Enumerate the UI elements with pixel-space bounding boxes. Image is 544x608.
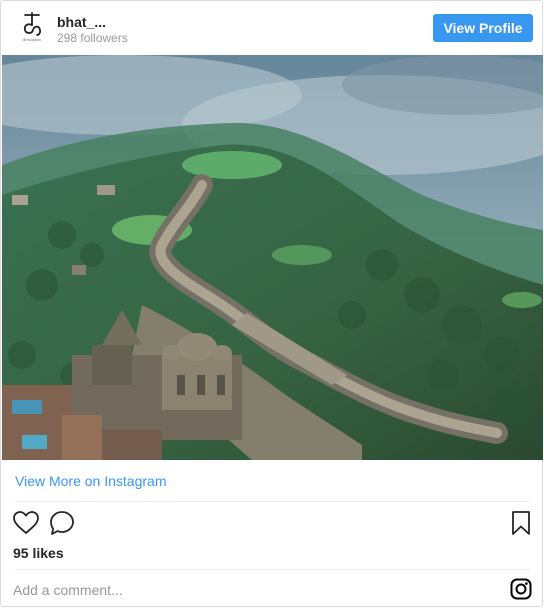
view-more-on-instagram-link[interactable]: View More on Instagram [15,473,166,489]
avatar-caption: dhrupadx [22,37,42,42]
heart-icon [13,511,39,534]
post-photo[interactable] [2,55,543,460]
add-comment-input[interactable] [13,579,433,601]
avatar-logo-icon [23,12,41,36]
like-count: 95 likes [13,545,64,561]
username[interactable]: bhat_... [57,14,106,30]
view-profile-button[interactable]: View Profile [433,14,533,42]
instagram-logo-icon [510,578,532,600]
avatar[interactable]: dhrupadx [17,11,47,45]
like-button[interactable] [13,511,39,540]
divider [15,569,531,570]
post-header: dhrupadx bhat_... 298 followers View Pro… [1,1,542,55]
divider [15,501,531,502]
instagram-embed-card: dhrupadx bhat_... 298 followers View Pro… [0,0,543,607]
comment-icon [50,511,74,535]
fortress-landscape-image [2,55,543,460]
save-button[interactable] [511,511,531,540]
instagram-logo-link[interactable] [510,578,532,605]
bookmark-icon [512,511,530,535]
comment-button[interactable] [49,510,75,541]
follower-count: 298 followers [57,31,128,45]
